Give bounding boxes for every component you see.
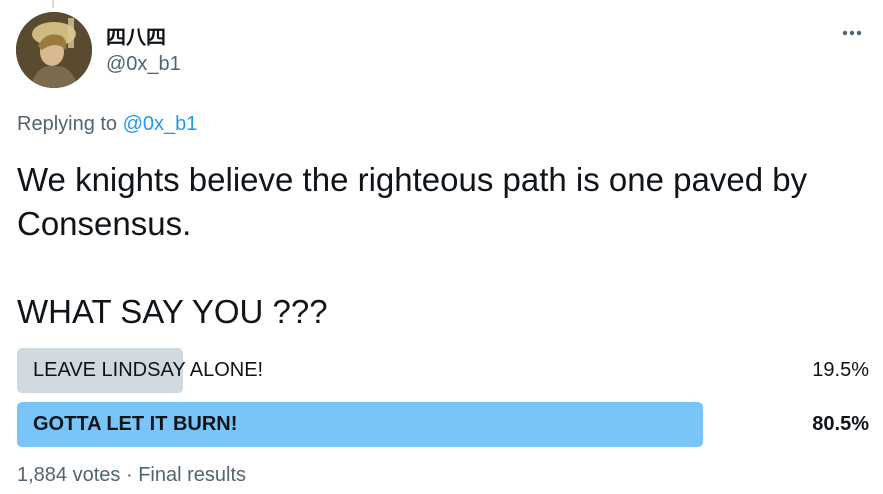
more-horizontal-icon: [842, 30, 862, 36]
poll-vote-count: 1,884 votes: [17, 464, 121, 486]
avatar[interactable]: [16, 12, 92, 88]
replying-to: Replying to @0x_b1: [17, 113, 197, 136]
poll-footer: 1,884 votes · Final results: [17, 464, 246, 487]
author-handle[interactable]: @0x_b1: [106, 53, 181, 76]
poll: LEAVE LINDSAY ALONE! 19.5% GOTTA LET IT …: [17, 348, 869, 456]
poll-footer-separator: ·: [125, 464, 133, 486]
replying-to-prefix: Replying to: [17, 113, 118, 135]
poll-option-label: LEAVE LINDSAY ALONE!: [33, 359, 264, 381]
poll-status: Final results: [138, 464, 247, 486]
author-display-name[interactable]: 四八四: [106, 21, 166, 50]
poll-option[interactable]: GOTTA LET IT BURN! 80.5%: [17, 402, 869, 447]
poll-option-percent: 80.5%: [812, 413, 869, 435]
poll-option-label: GOTTA LET IT BURN!: [33, 413, 238, 435]
more-button[interactable]: [837, 18, 867, 48]
poll-option-percent: 19.5%: [812, 359, 869, 381]
tweet: 四八四 @0x_b1 Replying to @0x_b1 We knights…: [0, 0, 883, 494]
thread-connector-line: [52, 0, 54, 8]
tweet-text: We knights believe the righteous path is…: [17, 161, 808, 330]
poll-option[interactable]: LEAVE LINDSAY ALONE! 19.5%: [17, 348, 869, 393]
replying-to-handle-link[interactable]: @0x_b1: [123, 113, 198, 135]
